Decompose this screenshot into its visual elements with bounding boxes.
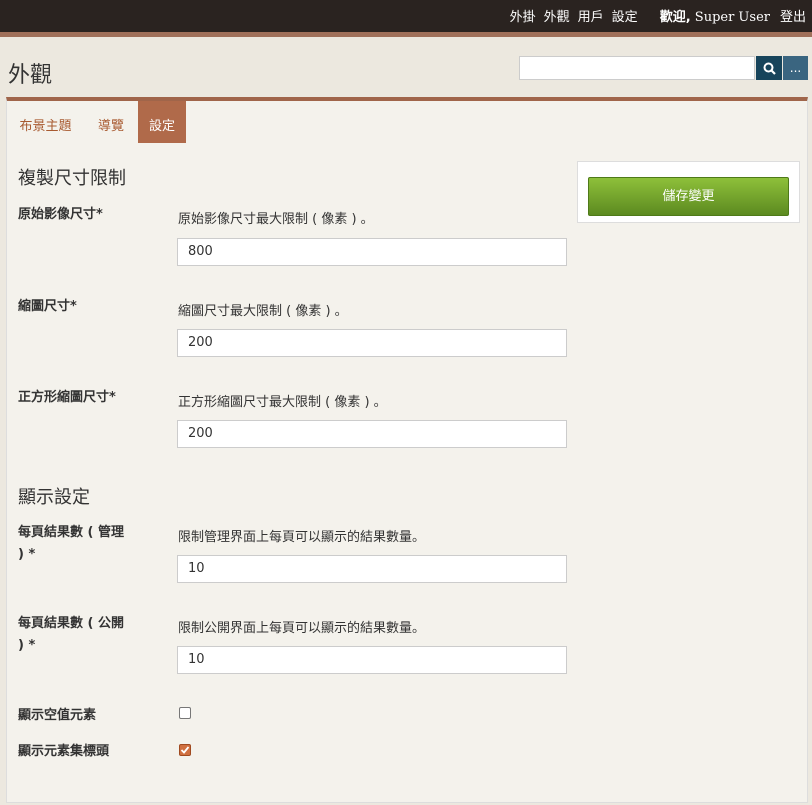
content-panel: 布景主題 導覽 設定 複製尺寸限制 原始影像尺寸* 原始影像尺寸最大限制 ( 像… <box>6 97 808 803</box>
search-button[interactable] <box>756 56 782 80</box>
top-nav: 外掛 外觀 用戶 設定 歡迎, Super User 登出 <box>510 6 806 25</box>
welcome-separator: , <box>685 10 691 25</box>
nav-users-link[interactable]: 用戶 <box>578 6 604 25</box>
search-icon <box>763 62 776 75</box>
show-element-set-headings-checkbox[interactable] <box>179 744 191 756</box>
field-label-square-thumbnail-size: 正方形縮圖尺寸* <box>18 390 116 405</box>
section-title-display: 顯示設定 <box>18 487 90 508</box>
search-input[interactable] <box>519 56 755 80</box>
save-changes-button[interactable]: 儲存變更 <box>588 177 789 216</box>
tab-navigation[interactable]: 導覽 <box>84 101 138 143</box>
welcome-text: 歡迎, Super User <box>660 6 770 25</box>
tab-bar: 布景主題 導覽 設定 <box>7 101 186 143</box>
page-header: 外觀 ... <box>0 37 812 97</box>
field-desc-thumbnail-size: 縮圖尺寸最大限制 ( 像素 ) 。 <box>178 304 348 319</box>
field-label-show-element-set-headings: 顯示元素集標頭 <box>18 744 110 759</box>
field-desc-per-page-admin: 限制管理界面上每頁可以顯示的結果數量。 <box>178 530 426 545</box>
thumbnail-size-input[interactable]: 200 <box>177 329 567 357</box>
original-size-input[interactable]: 800 <box>177 238 567 266</box>
tab-settings[interactable]: 設定 <box>138 101 186 143</box>
field-label-thumbnail-size: 縮圖尺寸* <box>18 299 77 314</box>
logout-link[interactable]: 登出 <box>780 6 806 25</box>
square-thumbnail-size-input[interactable]: 200 <box>177 420 567 448</box>
tab-themes[interactable]: 布景主題 <box>7 101 84 143</box>
per-page-public-input[interactable]: 10 <box>177 646 567 674</box>
nav-plugins-link[interactable]: 外掛 <box>510 6 536 25</box>
search-bar: ... <box>519 56 808 80</box>
field-desc-square-thumbnail-size: 正方形縮圖尺寸最大限制 ( 像素 ) 。 <box>178 395 387 410</box>
field-label-show-empty-elements: 顯示空值元素 <box>18 708 97 723</box>
field-label-per-page-public: 每頁結果數 ( 公開 ) * <box>18 616 124 653</box>
top-bar: 外掛 外觀 用戶 設定 歡迎, Super User 登出 <box>0 0 812 37</box>
field-desc-per-page-public: 限制公開界面上每頁可以顯示的結果數量。 <box>178 621 426 636</box>
advanced-search-button[interactable]: ... <box>783 56 808 80</box>
save-panel: 儲存變更 <box>577 161 800 223</box>
per-page-admin-input[interactable]: 10 <box>177 555 567 583</box>
field-label-per-page-admin: 每頁結果數 ( 管理 ) * <box>18 525 124 562</box>
welcome-prefix: 歡迎 <box>659 10 686 25</box>
page-title: 外觀 <box>8 63 53 88</box>
checkmark-icon <box>180 746 190 754</box>
nav-appearance-link[interactable]: 外觀 <box>544 6 570 25</box>
username-link[interactable]: Super User <box>695 10 770 25</box>
nav-settings-link[interactable]: 設定 <box>612 6 638 25</box>
field-label-original-size: 原始影像尺寸* <box>18 207 103 222</box>
show-empty-elements-checkbox[interactable] <box>179 707 191 719</box>
field-desc-original-size: 原始影像尺寸最大限制 ( 像素 ) 。 <box>178 212 374 227</box>
section-title-derivative: 複製尺寸限制 <box>18 168 126 189</box>
